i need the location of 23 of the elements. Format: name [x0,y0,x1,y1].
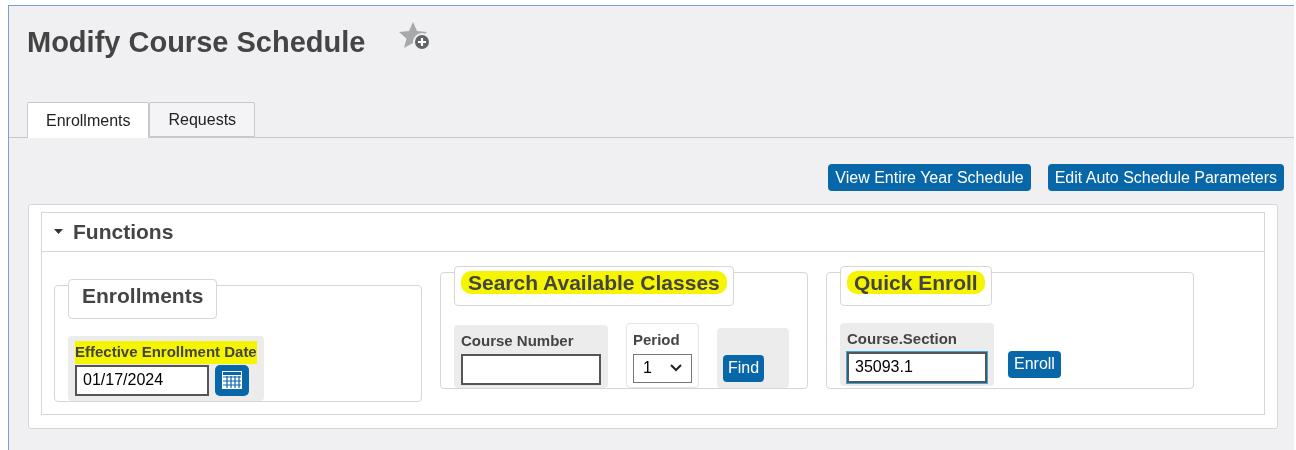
calendar-icon [222,371,242,389]
input-field[interactable] [461,353,601,385]
input-field[interactable]: 35093.1 [847,351,987,383]
page-title: Modify Course Schedule [27,24,366,60]
calendar-button[interactable] [215,364,249,396]
group-legend: Quick Enroll [847,271,985,294]
field-label: Period [633,330,680,350]
form-button[interactable]: Enroll [1008,350,1061,378]
group-legend: Enrollments [75,284,211,307]
tab[interactable]: Enrollments [27,102,150,138]
field-label: Effective Enrollment Date [75,341,257,364]
input-field[interactable]: 01/17/2024 [75,364,209,396]
section-title[interactable]: Functions [73,216,174,248]
field-label: Course.Section [847,329,958,349]
chevron-down-icon [670,364,682,372]
action-button[interactable]: Edit Auto Schedule Parameters [1047,164,1284,191]
caret-icon[interactable] [54,229,63,235]
tab[interactable]: Requests [149,102,256,137]
form-button[interactable]: Find [723,354,765,382]
period-dropdown[interactable]: 1 [633,353,692,383]
field-label: Course Number [461,331,574,351]
group-legend: Search Available Classes [461,271,727,294]
action-button[interactable]: View Entire Year Schedule [828,164,1031,191]
